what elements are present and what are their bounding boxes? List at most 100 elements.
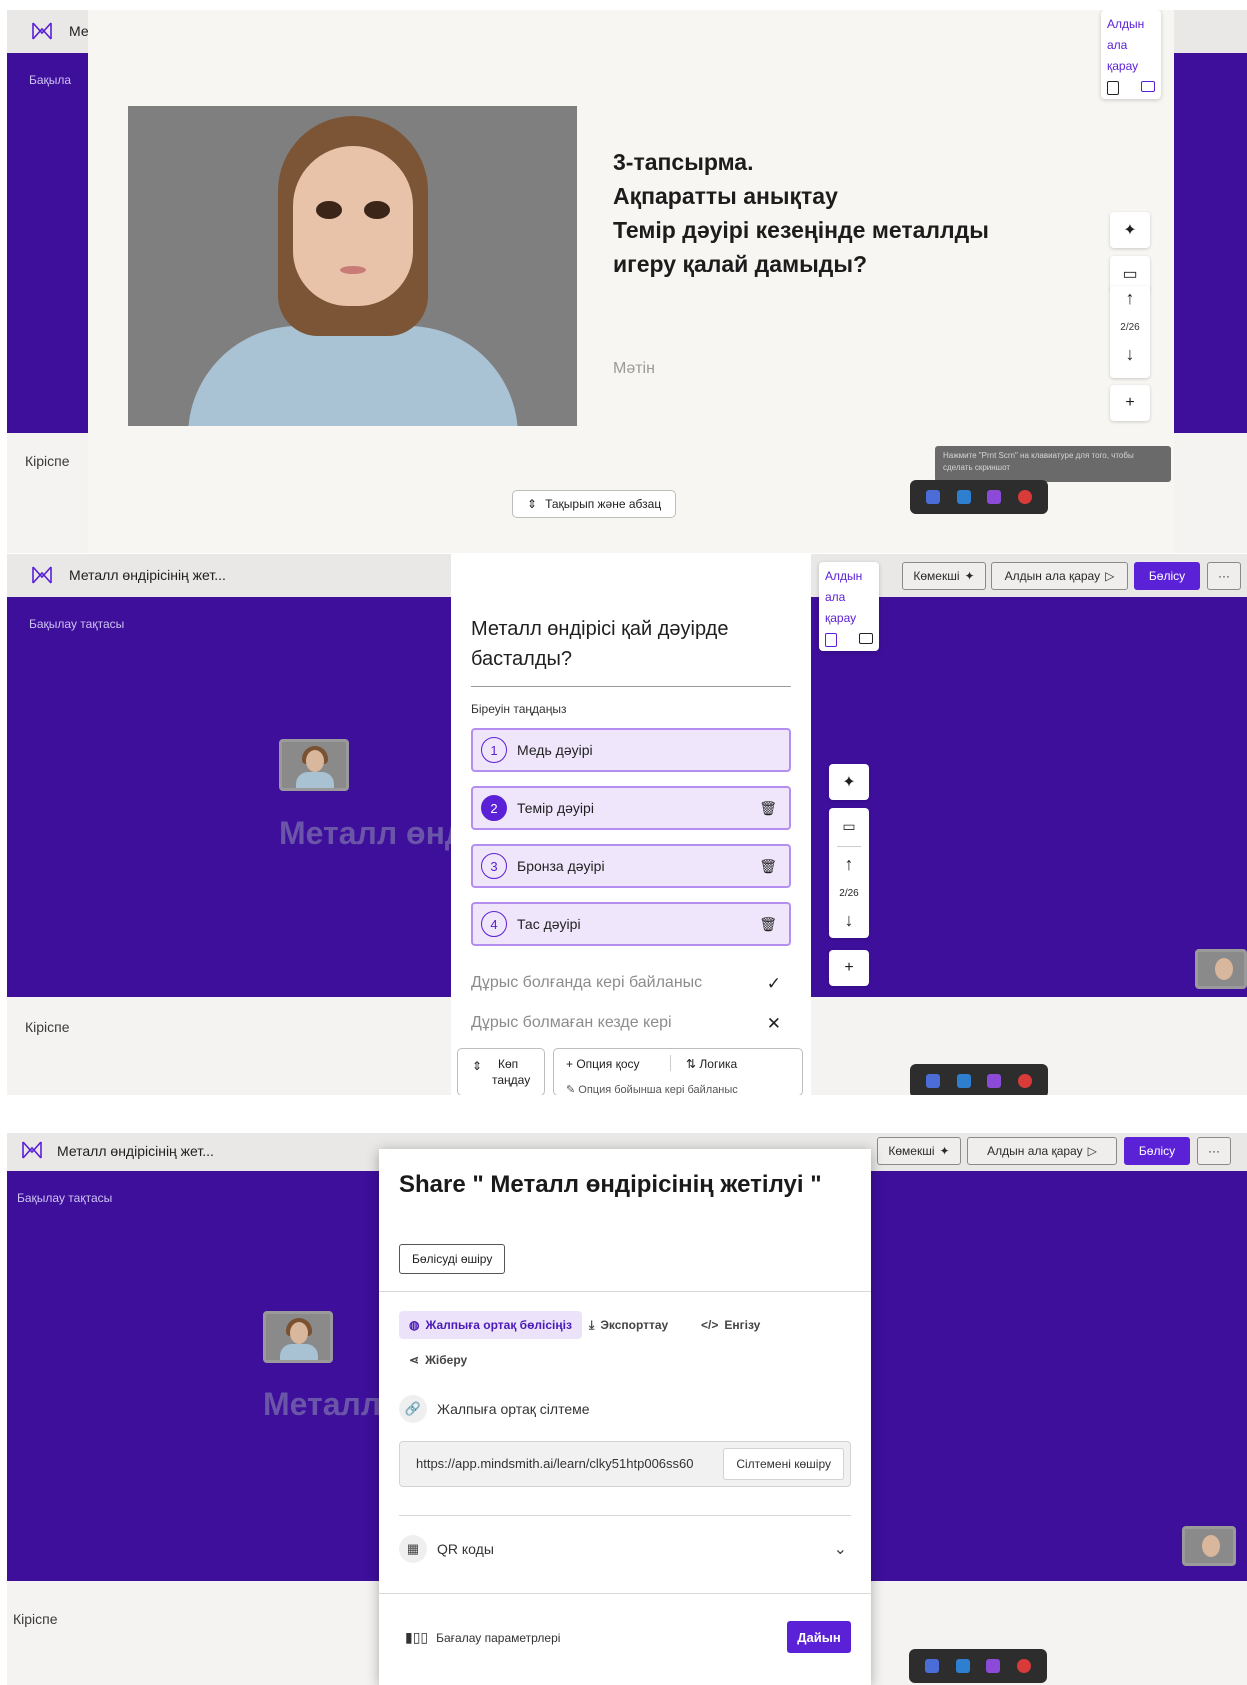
slide-body-placeholder[interactable]: Мәтін (613, 360, 655, 378)
tab-embed[interactable]: </> Енгізу (691, 1311, 770, 1339)
logic-button[interactable]: ⇅ Логика (686, 1057, 737, 1071)
option-label[interactable]: Тас дәуірі (517, 916, 581, 932)
question-type-button[interactable]: ⇕ Көп таңдау (457, 1048, 545, 1095)
tab-send[interactable]: ⋖ Жіберу (399, 1346, 477, 1374)
back-to-dashboard-link[interactable]: Бақылау тақтасы (29, 617, 124, 631)
share-label: Бөлісу (1148, 569, 1186, 583)
quiz-option[interactable]: 4 Тас дәуірі 🗑 (471, 902, 791, 946)
more-options-button[interactable]: ··· (1197, 1137, 1231, 1165)
preview-button[interactable]: Алдын ала қарау ▷ (991, 562, 1128, 590)
tab-export[interactable]: ⤓ Экспорттау (579, 1311, 678, 1339)
tab-public-share-label: Жалпыға ортақ бөлісіңіз (425, 1318, 572, 1332)
sparkle-icon: ✦ (842, 774, 856, 791)
quiz-option[interactable]: 1 Медь дәуірі (471, 728, 791, 772)
arrow-down-icon[interactable]: ↓ (1110, 344, 1150, 365)
document-title[interactable]: Металл өндірісінің жет... (57, 1143, 214, 1159)
slide-thumbnail[interactable] (263, 1311, 333, 1363)
code-icon: </> (701, 1318, 719, 1332)
slide-counter: 2/26 (1120, 322, 1140, 333)
slide-thumbnail[interactable] (279, 739, 349, 791)
logic-label: Логика (699, 1057, 738, 1071)
option-label[interactable]: Темір дәуірі (517, 800, 594, 816)
avatar-thumbnail[interactable] (1195, 949, 1247, 989)
quiz-option-correct[interactable]: 2 Темір дәуірі 🗑 (471, 786, 791, 830)
avatar-face (293, 146, 413, 306)
copy-link-button[interactable]: Сілтемені көшіру (723, 1448, 844, 1480)
yandex-app-icon[interactable] (1017, 1074, 1032, 1088)
mobile-device-icon[interactable] (825, 633, 837, 647)
add-slide-button[interactable]: + (829, 950, 869, 986)
ai-sparkle-button[interactable]: ✦ (829, 764, 869, 800)
layout-selector-label: Тақырып және абзац (545, 497, 662, 511)
arrow-up-icon[interactable]: ↑ (1110, 288, 1150, 309)
checkmark-icon[interactable]: ✓ (767, 974, 781, 994)
yandex-app-icon[interactable] (1017, 490, 1032, 504)
add-slide-button[interactable]: + (1110, 385, 1150, 421)
section-label: Кіріспе (25, 1019, 70, 1035)
preview-button[interactable]: Алдын ала қарау ▷ (967, 1137, 1117, 1165)
avatar-thumbnail[interactable] (1182, 1526, 1236, 1566)
quiz-question[interactable]: Металл өндірісі қай дәуірде басталды? (471, 614, 791, 674)
arrow-down-icon[interactable]: ↓ (829, 910, 869, 931)
trash-icon[interactable]: 🗑 (759, 916, 777, 933)
feedback-wrong-row[interactable]: Дұрыс болмаған кезде кері ✕ (471, 1014, 791, 1034)
share-button[interactable]: Бөлісу (1134, 562, 1200, 590)
mindsmith-logo-icon[interactable] (31, 564, 53, 586)
mobile-device-icon[interactable] (1107, 81, 1119, 95)
tab-public-share[interactable]: ◍ Жалпыға ортақ бөлісіңіз (399, 1311, 582, 1339)
share-button[interactable]: Бөлісу (1124, 1137, 1190, 1165)
preview-label: Алдын ала қарау (987, 1144, 1083, 1158)
done-button[interactable]: Дайын (787, 1621, 851, 1653)
feedback-correct-row[interactable]: Дұрыс болғанда кері байланыс ✓ (471, 974, 791, 994)
chevron-down-icon[interactable]: ⌄ (834, 1539, 847, 1559)
option-number: 4 (481, 911, 507, 937)
teams-app-icon[interactable] (926, 1074, 941, 1088)
trash-icon[interactable]: 🗑 (759, 800, 777, 817)
tool-app-icon[interactable] (956, 490, 971, 504)
quiz-option[interactable]: 3 Бронза дәуірі 🗑 (471, 844, 791, 888)
image-icon[interactable]: ▭ (829, 818, 869, 835)
teams-app-icon[interactable] (925, 1659, 940, 1673)
desktop-device-icon[interactable] (1141, 81, 1155, 92)
document-title[interactable]: Ме (69, 23, 89, 39)
tool-app-icon[interactable] (955, 1659, 970, 1673)
stop-sharing-button[interactable]: Бөлісуді өшіру (399, 1244, 506, 1274)
mindsmith-logo-icon[interactable] (31, 20, 53, 42)
assistant-button[interactable]: Көмекші ✦ (877, 1137, 961, 1165)
feather-app-icon[interactable] (987, 1074, 1002, 1088)
more-options-button[interactable]: ··· (1207, 562, 1241, 590)
option-label[interactable]: Бронза дәуірі (517, 858, 605, 874)
tool-app-icon[interactable] (956, 1074, 971, 1088)
back-to-dashboard-link[interactable]: Бақылау тақтасы (17, 1191, 112, 1205)
feather-app-icon[interactable] (986, 1659, 1001, 1673)
add-option-button[interactable]: + Опция қосу (566, 1057, 640, 1071)
assistant-label: Көмекші (913, 569, 960, 583)
desktop-device-icon[interactable] (859, 633, 873, 644)
share-url-field[interactable]: https://app.mindsmith.ai/learn/clky51htp… (399, 1441, 851, 1487)
trash-icon[interactable]: 🗑 (759, 858, 777, 875)
preview-widget[interactable]: Алдын ала қарау (819, 562, 879, 651)
preview-widget[interactable]: Алдын ала қарау (1101, 10, 1161, 99)
teams-app-icon[interactable] (926, 490, 941, 504)
document-title[interactable]: Металл өндірісінің жет... (69, 567, 226, 583)
assistant-button[interactable]: Көмекші ✦ (902, 562, 986, 590)
slide-heading[interactable]: 3-тапсырма. Ақпаратты анықтау Темір дәуі… (613, 145, 989, 281)
close-icon[interactable]: ✕ (767, 1014, 781, 1034)
course-title-faded: Металл өнд (279, 815, 466, 851)
share-url-text[interactable]: https://app.mindsmith.ai/learn/clky51htp… (416, 1456, 716, 1471)
feather-app-icon[interactable] (987, 490, 1002, 504)
sparkle-icon: ✦ (1123, 222, 1137, 239)
per-option-feedback-button[interactable]: ✎ Опция бойынша кері байланыс (566, 1083, 738, 1095)
layout-selector-pill[interactable]: ⇕ Тақырып және абзац (512, 490, 677, 518)
ai-sparkle-button[interactable]: ✦ (1110, 212, 1150, 248)
mindsmith-logo-icon[interactable] (21, 1139, 43, 1161)
option-label[interactable]: Медь дәуірі (517, 742, 593, 758)
avatar-image[interactable] (128, 106, 577, 426)
tab-send-label: Жіберу (425, 1353, 468, 1367)
back-to-dashboard-link[interactable]: Бақыла (29, 73, 71, 87)
qr-code-section[interactable]: ▦ QR коды ⌄ (399, 1535, 851, 1563)
yandex-app-icon[interactable] (1016, 1659, 1031, 1673)
arrow-up-icon[interactable]: ↑ (829, 854, 869, 875)
tab-embed-label: Енгізу (724, 1318, 761, 1332)
grading-settings-link[interactable]: ▮▯▯ Бағалау параметрлері (405, 1629, 560, 1646)
